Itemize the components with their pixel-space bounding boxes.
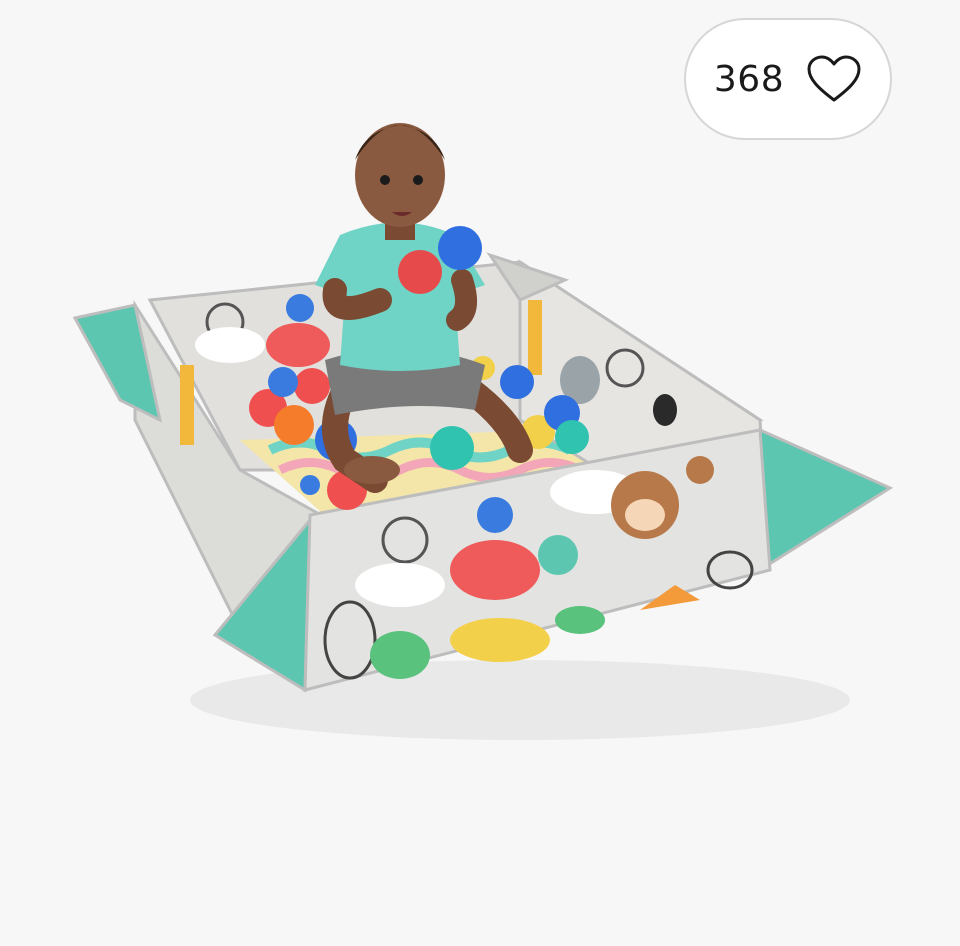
like-count: 368 [713, 58, 785, 100]
blue-ball-held [438, 226, 482, 270]
red-ball-held [398, 250, 442, 294]
heart-outline-icon [807, 55, 861, 102]
product-image [72, 123, 894, 740]
like-button[interactable]: 368 [684, 18, 892, 140]
corner-flap-right [758, 427, 894, 573]
